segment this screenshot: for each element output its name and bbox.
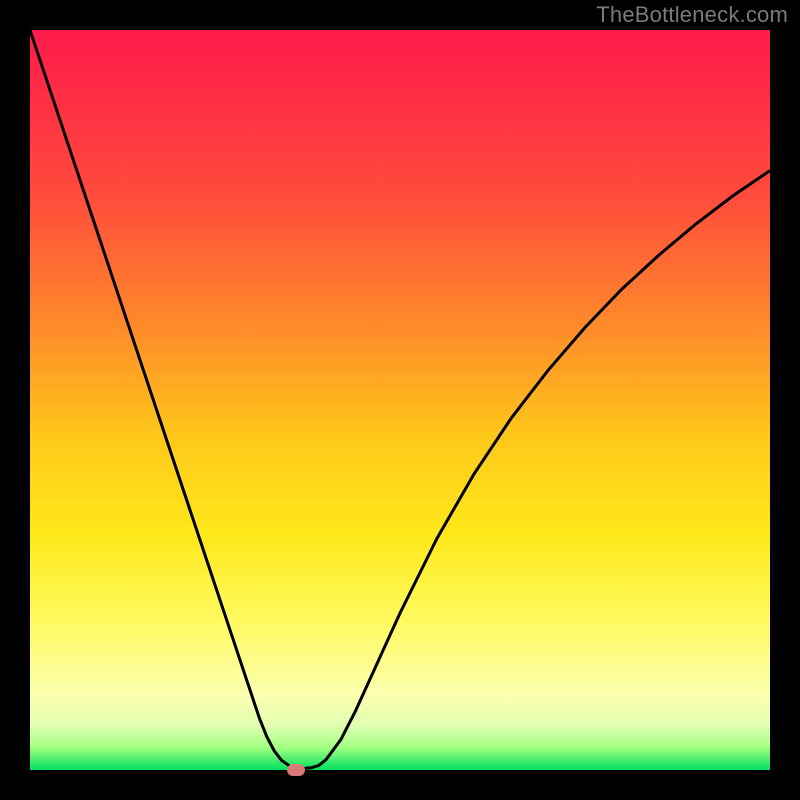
curve-line: [30, 30, 770, 769]
plot-area: [30, 30, 770, 770]
chart-canvas: TheBottleneck.com: [0, 0, 800, 800]
minimum-marker: [287, 764, 305, 776]
watermark-label: TheBottleneck.com: [596, 2, 788, 28]
bottleneck-curve: [30, 30, 770, 770]
